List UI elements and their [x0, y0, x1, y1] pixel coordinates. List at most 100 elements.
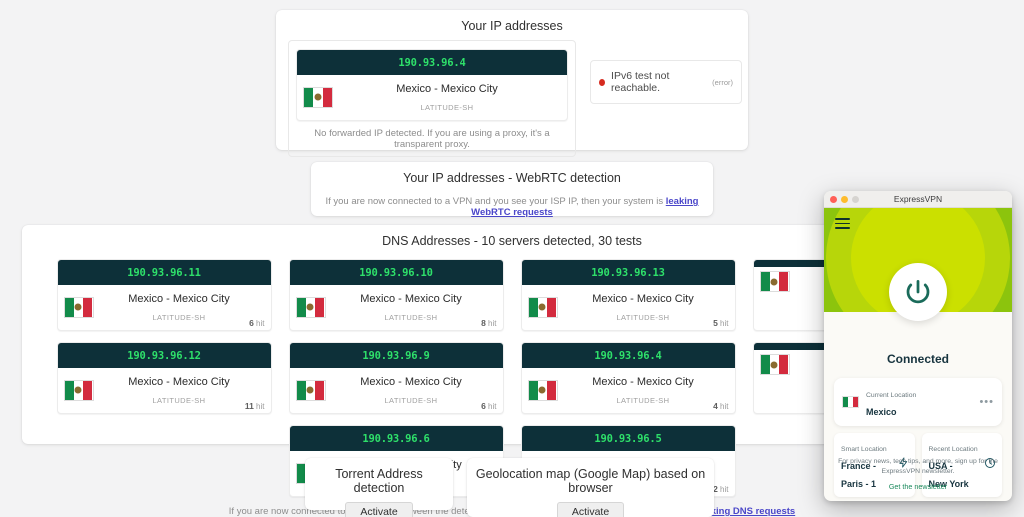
primary-ip-header: 190.93.96.4: [297, 50, 567, 75]
dns-geo-6: Mexico - Mexico City LATITUDE-SH: [558, 372, 729, 408]
dns-card-0[interactable]: 190.93.96.11 Mexico - Mexico City LATITU…: [56, 259, 272, 331]
geolocation-panel: Geolocation map (Google Map) based on br…: [467, 458, 714, 517]
hamburger-menu-icon[interactable]: [835, 218, 850, 229]
dns-header-2: 190.93.96.13: [521, 260, 735, 285]
vpn-titlebar[interactable]: ExpressVPN: [824, 191, 1012, 208]
forwarded-ip-note: No forwarded IP detected. If you are usi…: [314, 128, 550, 150]
dns-org-5: LATITUDE-SH: [384, 396, 438, 405]
mexico-flag-icon: [527, 296, 558, 318]
primary-ip-value: 190.93.96.4: [398, 57, 466, 69]
ipv6-status-detail: (error): [712, 77, 733, 87]
get-newsletter-link[interactable]: Get the newsletter: [889, 482, 947, 491]
dns-header-4: 190.93.96.12: [57, 343, 271, 368]
primary-ip-card[interactable]: 190.93.96.4 Mexico - Mexico City LATITUD…: [296, 49, 568, 121]
dns-body-2: Mexico - Mexico City LATITUDE-SH 5 hit: [522, 285, 735, 330]
primary-ip-location: Mexico - Mexico City: [396, 83, 498, 95]
dns-header-0: 190.93.96.11: [57, 260, 271, 285]
mexico-flag-icon: [527, 379, 558, 401]
mexico-flag-icon: [303, 86, 333, 108]
dns-location-5: Mexico - Mexico City: [360, 376, 462, 388]
dns-body-0: Mexico - Mexico City LATITUDE-SH 6 hit: [58, 285, 271, 330]
dns-header-8: 190.93.96.6: [289, 426, 503, 451]
geolocation-title: Geolocation map (Google Map) based on br…: [475, 467, 706, 495]
dns-ip-9: 190.93.96.5: [594, 433, 662, 445]
geolocation-activate-button[interactable]: Activate: [556, 502, 625, 517]
dns-geo-0: Mexico - Mexico City LATITUDE-SH: [94, 289, 265, 325]
ipv6-status-dot-icon: [599, 78, 606, 86]
torrent-panel: Torrent Address detection Activate: [305, 458, 453, 517]
newsletter-line1: For privacy news, tech tips, and more, s…: [838, 458, 998, 465]
dns-hits-2: 5 hit: [713, 318, 729, 328]
dns-geo-5: Mexico - Mexico City LATITUDE-SH: [326, 372, 497, 408]
ipv6-status-text: IPv6 test not reachable.: [611, 70, 670, 94]
primary-ip-details: Mexico - Mexico City LATITUDE-SH: [297, 75, 567, 120]
mexico-flag-icon: [63, 296, 94, 318]
vpn-window-title: ExpressVPN: [893, 194, 943, 204]
dns-header-5: 190.93.96.9: [289, 343, 503, 368]
webrtc-title: Your IP addresses - WebRTC detection: [403, 171, 621, 185]
dns-header-9: 190.93.96.5: [521, 426, 735, 451]
dns-body-1: Mexico - Mexico City LATITUDE-SH 8 hit: [290, 285, 503, 330]
dns-location-0: Mexico - Mexico City: [128, 293, 230, 305]
dns-org-0: LATITUDE-SH: [152, 313, 206, 322]
dns-location-1: Mexico - Mexico City: [360, 293, 462, 305]
dns-hits-5: 6 hit: [481, 401, 497, 411]
dns-hits-1: 8 hit: [481, 318, 497, 328]
primary-ip-org: LATITUDE-SH: [420, 103, 474, 112]
mexico-flag-icon: [842, 396, 859, 408]
dns-geo-4: Mexico - Mexico City LATITUDE-SH: [94, 372, 265, 408]
dns-ip-1: 190.93.96.10: [359, 267, 433, 279]
webrtc-note: If you are now connected to a VPN and yo…: [311, 192, 713, 218]
webrtc-panel: Your IP addresses - WebRTC detection If …: [311, 162, 713, 218]
dns-org-4: LATITUDE-SH: [152, 396, 206, 405]
current-location-label: Current Location: [866, 392, 917, 399]
vpn-newsletter-footer: For privacy news, tech tips, and more, s…: [824, 457, 1012, 494]
dns-ip-6: 190.93.96.4: [594, 350, 662, 362]
dns-hits-6: 4 hit: [713, 401, 729, 411]
current-location-card[interactable]: Current Location Mexico •••: [834, 378, 1002, 426]
dns-hits-4: 11 hit: [244, 401, 265, 411]
smart-location-label: Smart Location: [841, 446, 887, 453]
dns-body-6: Mexico - Mexico City LATITUDE-SH 4 hit: [522, 368, 735, 413]
dns-ip-4: 190.93.96.12: [127, 350, 201, 362]
dns-card-6[interactable]: 190.93.96.4 Mexico - Mexico City LATITUD…: [520, 342, 736, 414]
mexico-flag-icon: [759, 271, 790, 292]
dns-header-6: 190.93.96.4: [521, 343, 735, 368]
power-icon: [906, 280, 930, 304]
recent-location-label: Recent Location: [928, 446, 978, 453]
ip-addresses-panel: Your IP addresses 190.93.96.4 Mexico - M…: [276, 10, 748, 188]
dns-ip-0: 190.93.96.11: [127, 267, 201, 279]
dns-card-2[interactable]: 190.93.96.13 Mexico - Mexico City LATITU…: [520, 259, 736, 331]
dns-card-1[interactable]: 190.93.96.10 Mexico - Mexico City LATITU…: [288, 259, 504, 331]
current-location-value: Mexico: [866, 407, 897, 417]
ip-addresses-body: 190.93.96.4 Mexico - Mexico City LATITUD…: [276, 40, 748, 157]
dns-hits-0: 6 hit: [249, 318, 265, 328]
mexico-flag-icon: [759, 354, 790, 375]
mexico-flag-icon: [63, 379, 94, 401]
dns-ip-5: 190.93.96.9: [362, 350, 430, 362]
vpn-connection-status: Connected: [886, 352, 949, 366]
power-button[interactable]: [889, 263, 947, 321]
primary-ip-container: 190.93.96.4 Mexico - Mexico City LATITUD…: [288, 40, 576, 157]
dns-geo-1: Mexico - Mexico City LATITUDE-SH: [326, 289, 497, 325]
more-options-icon[interactable]: •••: [979, 396, 994, 408]
dns-location-6: Mexico - Mexico City: [592, 376, 694, 388]
page-root: Your IP addresses 190.93.96.4 Mexico - M…: [0, 0, 1024, 517]
current-location-text: Current Location Mexico: [866, 384, 916, 420]
dns-hits-9: 2 hit: [713, 484, 729, 494]
dns-location-2: Mexico - Mexico City: [592, 293, 694, 305]
dns-body-5: Mexico - Mexico City LATITUDE-SH 6 hit: [290, 368, 503, 413]
dns-card-4[interactable]: 190.93.96.12 Mexico - Mexico City LATITU…: [56, 342, 272, 414]
dns-ip-2: 190.93.96.13: [591, 267, 665, 279]
dns-card-5[interactable]: 190.93.96.9 Mexico - Mexico City LATITUD…: [288, 342, 504, 414]
dns-location-4: Mexico - Mexico City: [128, 376, 230, 388]
dns-org-6: LATITUDE-SH: [616, 396, 670, 405]
dns-body-4: Mexico - Mexico City LATITUDE-SH 11 hit: [58, 368, 271, 413]
torrent-title: Torrent Address detection: [335, 467, 423, 495]
newsletter-line2: ExpressVPN newsletter.: [881, 467, 955, 475]
dns-header-1: 190.93.96.10: [289, 260, 503, 285]
webrtc-note-text: If you are now connected to a VPN and yo…: [325, 196, 666, 207]
dns-ip-8: 190.93.96.6: [362, 433, 430, 445]
ipv6-status-box: IPv6 test not reachable. (error): [590, 60, 742, 104]
torrent-activate-button[interactable]: Activate: [345, 502, 413, 517]
